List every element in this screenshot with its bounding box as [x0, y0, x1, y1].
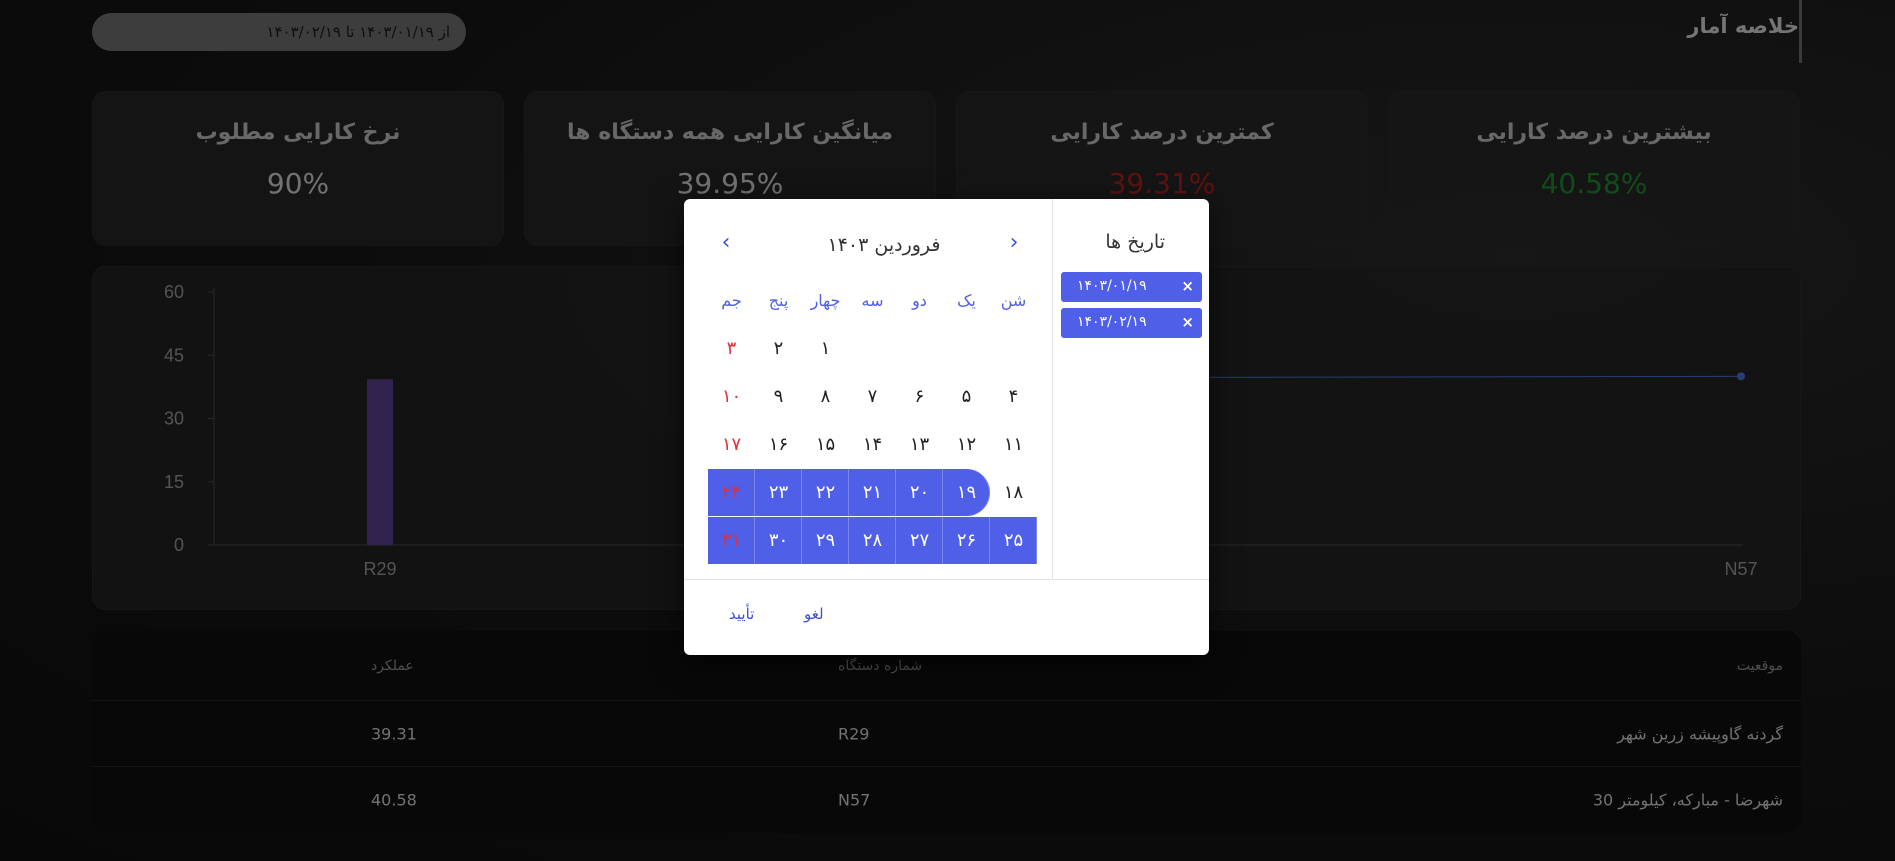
calendar-day[interactable]: ۲۲ — [802, 469, 849, 516]
calendar-month-title: فروردین ۱۴۰۳ — [827, 234, 941, 256]
calendar-day[interactable]: ۴ — [990, 373, 1037, 420]
calendar-day[interactable]: ۵ — [943, 373, 990, 420]
calendar-day[interactable]: ۷ — [849, 373, 896, 420]
selected-dates-panel: تاریخ ها × ۱۴۰۳/۰۱/۱۹ × ۱۴۰۳/۰۲/۱۹ — [1052, 199, 1209, 579]
calendar-day[interactable]: ۱ — [802, 325, 849, 372]
calendar-day[interactable]: ۱۹ — [943, 469, 990, 516]
calendar-day[interactable]: ۳۰ — [755, 517, 802, 564]
weekday-label: جم — [721, 291, 742, 310]
calendar-day[interactable]: ۱۸ — [990, 469, 1037, 516]
chevron-left-icon[interactable]: ‹ — [716, 232, 736, 254]
close-icon[interactable]: × — [1181, 277, 1194, 295]
calendar-day[interactable]: ۲۱ — [849, 469, 896, 516]
chevron-right-icon[interactable]: › — [1004, 232, 1024, 254]
close-icon[interactable]: × — [1181, 313, 1194, 331]
calendar-day[interactable]: ۱۰ — [708, 373, 755, 420]
calendar-day[interactable]: ۲۳ — [755, 469, 802, 516]
confirm-button[interactable]: تأیید — [729, 605, 754, 623]
weekday-label: یک — [957, 291, 976, 310]
calendar-day[interactable]: ۲۵ — [990, 517, 1037, 564]
calendar-day[interactable]: ۸ — [802, 373, 849, 420]
calendar-day[interactable]: ۲۹ — [802, 517, 849, 564]
weekday-label: چهار — [810, 291, 841, 310]
divider — [684, 579, 1209, 580]
calendar-day[interactable]: ۲۴ — [708, 469, 755, 516]
weekday-label: سه — [861, 291, 884, 310]
date-chip[interactable]: × ۱۴۰۳/۰۱/۱۹ — [1061, 272, 1202, 302]
calendar-day[interactable]: ۳۱ — [708, 517, 755, 564]
calendar-day[interactable]: ۱۷ — [708, 421, 755, 468]
calendar-day[interactable]: ۲۷ — [896, 517, 943, 564]
calendar-day[interactable]: ۲۶ — [943, 517, 990, 564]
date-chip-label: ۱۴۰۳/۰۱/۱۹ — [1077, 278, 1147, 294]
date-picker-dialog: تاریخ ها × ۱۴۰۳/۰۱/۱۹ × ۱۴۰۳/۰۲/۱۹ ‹ فرو… — [684, 199, 1209, 655]
selected-dates-title: تاریخ ها — [1105, 231, 1165, 253]
calendar-day[interactable]: ۱۳ — [896, 421, 943, 468]
weekday-label: پنج — [768, 291, 789, 310]
calendar-day[interactable]: ۱۴ — [849, 421, 896, 468]
calendar-day[interactable]: ۲۰ — [896, 469, 943, 516]
weekday-label: شن — [1000, 291, 1027, 310]
calendar-day[interactable]: ۲ — [755, 325, 802, 372]
calendar-day[interactable]: ۲۸ — [849, 517, 896, 564]
calendar-day[interactable]: ۱۵ — [802, 421, 849, 468]
weekday-label: دو — [912, 291, 927, 310]
date-chip[interactable]: × ۱۴۰۳/۰۲/۱۹ — [1061, 308, 1202, 338]
calendar-day[interactable]: ۳ — [708, 325, 755, 372]
calendar-day[interactable]: ۶ — [896, 373, 943, 420]
cancel-button[interactable]: لغو — [804, 605, 824, 623]
calendar-day[interactable]: ۱۶ — [755, 421, 802, 468]
date-chip-label: ۱۴۰۳/۰۲/۱۹ — [1077, 314, 1147, 330]
calendar-day[interactable]: ۱۲ — [943, 421, 990, 468]
calendar-day[interactable]: ۱۱ — [990, 421, 1037, 468]
calendar-day[interactable]: ۹ — [755, 373, 802, 420]
